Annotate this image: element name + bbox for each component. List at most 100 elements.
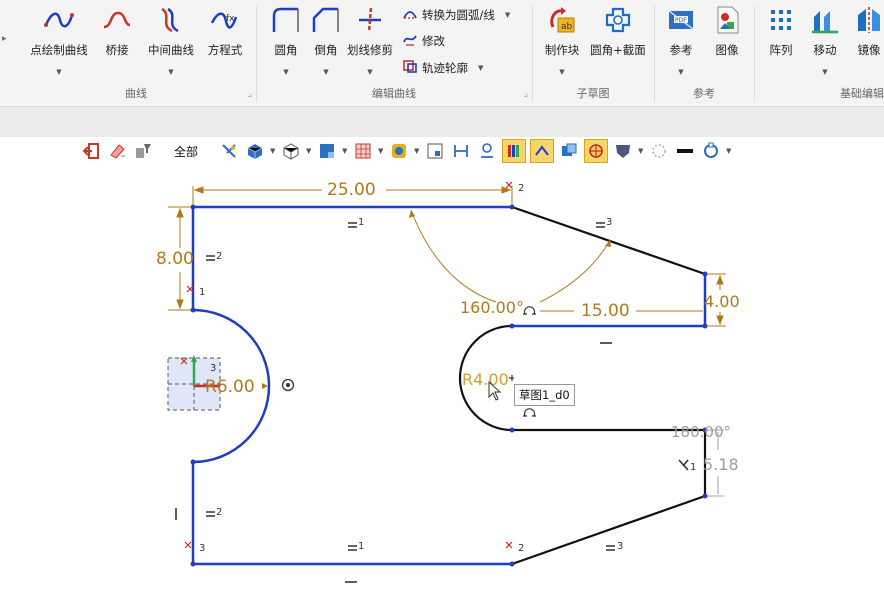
sketch-line-slant-bottom[interactable] <box>511 494 706 566</box>
constraint-label: 1 <box>690 462 697 473</box>
dim-angle-arc[interactable] <box>410 209 611 303</box>
chevron-down-icon[interactable]: ▼ <box>536 68 588 76</box>
trace-profile-button[interactable]: 轨迹轮廓 ▼ <box>402 59 483 76</box>
dotted-circle-icon[interactable] <box>648 140 670 162</box>
measure-icon[interactable] <box>476 140 498 162</box>
freehand-curve-label: 点绘制曲线 <box>30 43 88 57</box>
middle-curve-button[interactable]: 中间曲线 ▼ <box>142 4 200 76</box>
constraint-label: 1 <box>358 541 365 552</box>
dialog-launcher-icon[interactable]: ⌟ <box>524 89 528 99</box>
modify-button[interactable]: 修改 <box>402 32 445 49</box>
move-button[interactable]: 移动 ▼ <box>802 4 848 76</box>
dim-angle-bottom-value[interactable]: 180.00° <box>671 423 731 441</box>
target-snap-icon[interactable] <box>584 139 609 163</box>
chevron-down-icon[interactable]: ▼ <box>658 68 704 76</box>
view-section-icon[interactable] <box>424 140 446 162</box>
convert-arc-line-label: 转换为圆弧/线 <box>422 7 495 22</box>
convert-arc-icon <box>402 6 418 23</box>
constraint-label: 2 <box>518 183 525 194</box>
constraint-label: 1 <box>199 287 206 298</box>
array-button[interactable]: 阵列 <box>758 4 804 58</box>
trace-profile-label: 轨迹轮廓 <box>422 60 468 75</box>
face-select-icon[interactable] <box>316 140 338 162</box>
dim-top-length-value[interactable]: 25.00 <box>327 180 376 200</box>
trim-label: 划线修剪 <box>347 43 393 57</box>
trim-button[interactable]: 划线修剪 ▼ <box>342 4 398 76</box>
chevron-down-icon[interactable]: ▼ <box>378 147 384 155</box>
chevron-down-icon[interactable]: ▼ <box>270 147 276 155</box>
filter-funnel-icon[interactable] <box>132 140 154 162</box>
dim-arc-radius-value[interactable]: R6.00 <box>205 377 255 397</box>
bridge-label: 桥接 <box>105 43 129 57</box>
snap-point-icon[interactable] <box>218 140 240 162</box>
reference-icon: PDF <box>658 4 704 36</box>
modify-icon <box>402 32 418 49</box>
circle-select-icon[interactable] <box>700 140 722 162</box>
chevron-down-icon[interactable]: ▼ <box>802 68 848 76</box>
make-block-icon: ab <box>536 4 588 36</box>
mirror-button[interactable]: 镜像 <box>846 4 884 58</box>
mirror-label: 镜像 <box>857 43 881 57</box>
layer-icon[interactable] <box>558 140 580 162</box>
chevron-down-icon[interactable]: ▼ <box>24 68 94 76</box>
move-icon <box>802 4 848 36</box>
freehand-curve-button[interactable]: 点绘制曲线 ▼ <box>24 4 94 76</box>
equation-curve-icon: fx <box>200 4 250 36</box>
solid-body-icon[interactable] <box>244 140 266 162</box>
equation-button[interactable]: fx 方程式 <box>200 4 250 58</box>
chevron-down-icon[interactable]: ▼ <box>726 147 732 155</box>
chevron-down-icon[interactable]: ▼ <box>342 147 348 155</box>
exit-sketch-icon[interactable] <box>80 140 102 162</box>
slot-center-marker[interactable] <box>509 375 514 381</box>
chevron-down-icon[interactable]: ▼ <box>638 147 644 155</box>
line-weight-icon[interactable] <box>674 140 696 162</box>
dim-slot-length-value[interactable]: 15.00 <box>581 301 630 321</box>
array-label: 阵列 <box>769 43 793 57</box>
eraser-icon[interactable] <box>106 140 128 162</box>
image-button[interactable]: 图像 <box>704 4 750 58</box>
shield-icon[interactable] <box>612 140 634 162</box>
filter-all-dropdown[interactable]: 全部 <box>158 143 214 160</box>
mouse-cursor-icon <box>488 380 502 405</box>
dialog-launcher-icon[interactable]: ⌟ <box>248 89 252 99</box>
reference-button[interactable]: PDF 参考 ▼ <box>658 4 704 76</box>
fillet-button[interactable]: 圆角 ▼ <box>264 4 308 76</box>
ribbon: ▸ 点绘制曲线 ▼ 桥接 中间曲线 ▼ fx 方程式 曲线 ⌟ 圆角 ▼ 倒角 … <box>0 0 884 107</box>
svg-text:fx: fx <box>226 14 235 24</box>
constraint-label: 3 <box>617 541 624 552</box>
ribbon-edge-arrow[interactable]: ▸ <box>2 34 7 44</box>
dim-right-height-value[interactable]: 4.00 <box>704 292 740 311</box>
ribbon-separator <box>654 6 655 102</box>
chevron-down-icon[interactable]: ▼ <box>505 11 510 19</box>
chevron-down-icon[interactable]: ▼ <box>342 68 398 76</box>
constraint-label: 2 <box>216 251 223 262</box>
chevron-down-icon[interactable]: ▼ <box>306 147 312 155</box>
dim-angle-arrows <box>409 210 611 247</box>
fillet-section-button[interactable]: 圆角+截面 <box>586 4 650 58</box>
chevron-down-icon[interactable]: ▼ <box>142 68 200 76</box>
selection-toolbar: 全部 ▼ ▼ ▼ ▼ ▼ ▼ ▼ <box>80 138 732 164</box>
chevron-down-icon[interactable]: ▼ <box>414 147 420 155</box>
chevron-down-icon[interactable]: ▼ <box>264 68 308 76</box>
sketch-drawing[interactable] <box>0 166 884 590</box>
arc-center-dot <box>286 383 290 387</box>
chevron-down-icon[interactable]: ▼ <box>478 64 483 72</box>
freehand-curve-icon <box>24 4 94 36</box>
sketch-tooltip: 草图1_d0 <box>514 384 575 406</box>
sketch-canvas[interactable]: 25.00 8.00 160.00° 15.00 4.00 R6.00 R4.0… <box>0 166 884 590</box>
equation-label: 方程式 <box>207 43 243 57</box>
wire-body-icon[interactable] <box>280 140 302 162</box>
dim-lower-right-value[interactable]: 5.18 <box>703 455 739 474</box>
image-label: 图像 <box>715 43 739 57</box>
display-style-icon[interactable] <box>388 140 410 162</box>
dim-left-height-value[interactable]: 8.00 <box>156 249 194 269</box>
distance-icon[interactable] <box>450 140 472 162</box>
constraint-display-icon[interactable] <box>530 139 555 163</box>
ribbon-separator <box>532 6 533 102</box>
make-block-button[interactable]: ab 制作块 ▼ <box>536 4 588 76</box>
grid-icon[interactable] <box>352 140 374 162</box>
dim-angle-top-value[interactable]: 160.00° <box>460 298 524 317</box>
bridge-button[interactable]: 桥接 <box>94 4 140 58</box>
convert-arc-line-button[interactable]: 转换为圆弧/线 ▼ <box>402 6 510 23</box>
color-palette-icon[interactable] <box>502 139 527 163</box>
